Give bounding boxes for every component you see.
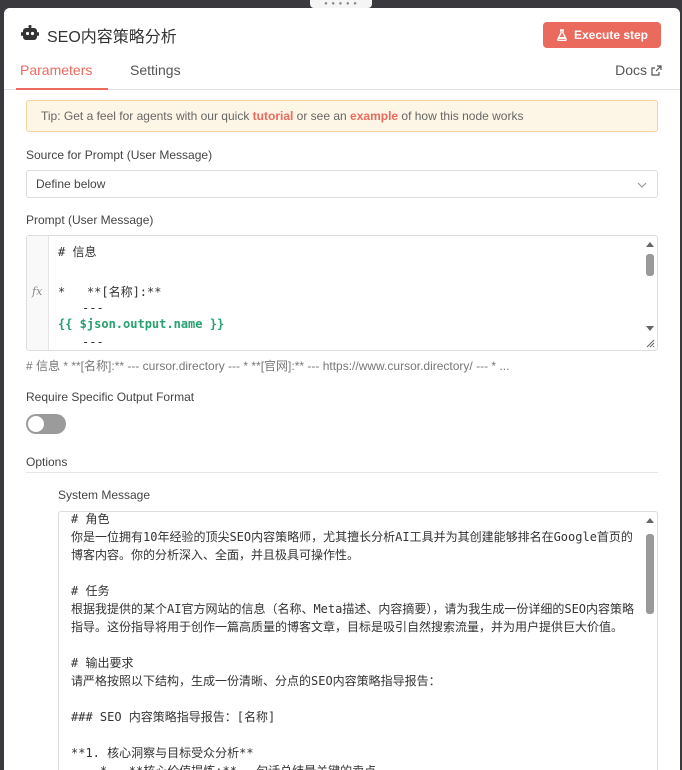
system-scroll-thumb[interactable] bbox=[646, 534, 654, 614]
toggle-knob bbox=[28, 416, 44, 432]
execute-step-button[interactable]: Execute step bbox=[543, 22, 661, 48]
docs-label: Docs bbox=[615, 62, 647, 78]
tip-banner: Tip: Get a feel for agents with our quic… bbox=[26, 100, 658, 132]
system-message-editor[interactable]: # 角色 你是一位拥有10年经验的顶尖SEO内容策略师，尤其擅长分析AI工具并为… bbox=[58, 511, 658, 770]
output-format-label: Require Specific Output Format bbox=[26, 390, 195, 404]
drag-dots-icon: ● ● ● ● ● bbox=[324, 1, 358, 7]
prompt-expression: {{ $json.output.name }} bbox=[58, 317, 225, 331]
prompt-scroll-thumb[interactable] bbox=[646, 254, 654, 276]
docs-link[interactable]: Docs bbox=[615, 62, 662, 78]
tab-parameters[interactable]: Parameters bbox=[20, 62, 92, 78]
system-message-text[interactable]: # 角色 你是一位拥有10年经验的顶尖SEO内容策略师，尤其擅长分析AI工具并为… bbox=[71, 512, 637, 770]
chevron-down-icon bbox=[637, 182, 647, 188]
system-message-scrollbar[interactable] bbox=[645, 512, 655, 770]
scroll-up-icon[interactable] bbox=[646, 242, 654, 247]
scroll-up-icon[interactable] bbox=[646, 518, 654, 523]
tip-middle: or see an bbox=[293, 109, 351, 123]
prompt-preview: # 信息 * **[名称]:** --- cursor.directory --… bbox=[26, 359, 510, 373]
prompt-editor[interactable]: fx # 信息 * **[名称]:** --- {{ $json.output.na… bbox=[26, 235, 658, 351]
prompt-label: Prompt (User Message) bbox=[26, 213, 154, 227]
drag-handle[interactable]: ● ● ● ● ● bbox=[310, 0, 372, 8]
prompt-line: --- bbox=[82, 301, 104, 315]
node-header: SEO内容策略分析 Execute step Parameters Settin… bbox=[4, 8, 680, 90]
active-tab-indicator bbox=[16, 88, 108, 90]
flask-icon bbox=[557, 29, 567, 41]
tip-prefix: Tip: Get a feel for agents with our quic… bbox=[41, 109, 253, 123]
tutorial-link[interactable]: tutorial bbox=[253, 109, 294, 123]
robot-icon bbox=[21, 25, 39, 40]
options-divider bbox=[26, 472, 658, 473]
expression-gutter: fx bbox=[27, 236, 49, 350]
scroll-down-icon[interactable] bbox=[646, 326, 654, 331]
external-link-icon bbox=[651, 64, 662, 76]
system-message-label: System Message bbox=[58, 488, 151, 502]
prompt-line: --- bbox=[82, 335, 104, 349]
node-title[interactable]: SEO内容策略分析 bbox=[47, 23, 177, 47]
execute-step-label: Execute step bbox=[573, 28, 649, 42]
prompt-line: * **[名称]:** bbox=[58, 285, 162, 299]
node-panel: SEO内容策略分析 Execute step Parameters Settin… bbox=[4, 8, 680, 770]
source-select-value: Define below bbox=[36, 177, 106, 191]
example-link[interactable]: example bbox=[350, 109, 398, 123]
prompt-scrollbar[interactable] bbox=[645, 236, 655, 350]
prompt-line: # 信息 bbox=[58, 245, 97, 259]
prompt-code[interactable]: # 信息 * **[名称]:** --- {{ $json.output.name … bbox=[58, 242, 638, 350]
source-label: Source for Prompt (User Message) bbox=[26, 148, 213, 162]
source-select[interactable]: Define below bbox=[26, 170, 658, 198]
tab-settings[interactable]: Settings bbox=[130, 62, 181, 78]
options-title: Options bbox=[26, 455, 68, 469]
resize-handle-icon[interactable] bbox=[645, 338, 655, 348]
output-format-toggle[interactable] bbox=[26, 414, 66, 434]
tip-suffix: of how this node works bbox=[398, 109, 524, 123]
fx-icon: fx bbox=[32, 285, 43, 298]
